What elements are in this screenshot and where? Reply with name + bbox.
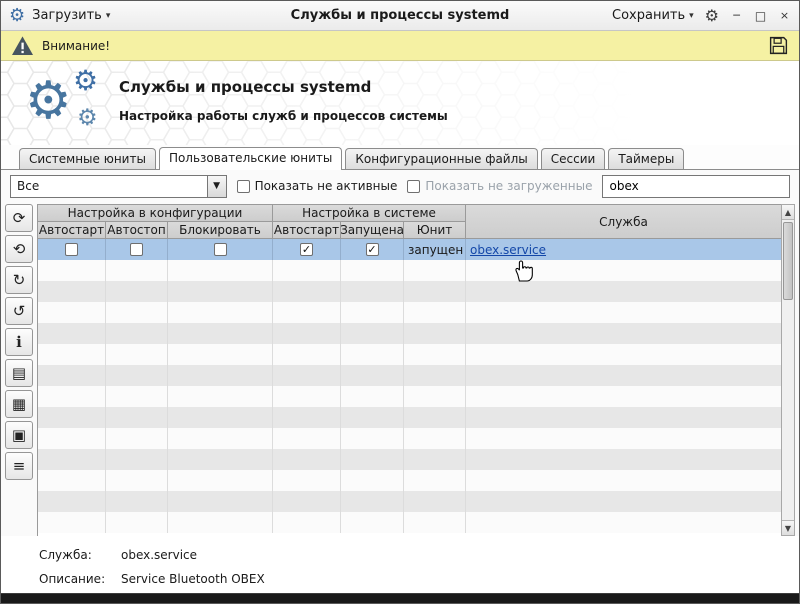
chevron-down-icon[interactable]: ▼ [207,176,226,197]
column-header-cfg-autostop: Автостоп [106,222,168,239]
scroll-down-button[interactable]: ▼ [782,520,794,535]
scrollbar-thumb[interactable] [783,222,793,300]
table-row-empty [38,281,781,302]
show-inactive-label: Показать не активные [255,179,398,193]
side-toolbar: ⟳ ⟲ ↻ ↺ ℹ ▤ ▦ ▣ ≡ [5,204,35,536]
column-header-sys-autostart: Автостарт [273,222,341,239]
load-menu-label: Загрузить [32,8,102,23]
filter-row: Все ▼ Показать не активные Показать не з… [1,170,799,202]
group-header-config: Настройка в конфигурации [38,205,273,222]
page-subtitle: Настройка работы служб и процессов систе… [119,109,448,123]
table-row-empty [38,344,781,365]
minimize-button[interactable]: ─ [730,10,743,21]
vertical-scrollbar[interactable]: ▲ ▼ [781,204,795,536]
start-unit-button[interactable]: ↻ [5,266,33,294]
unit-file-button[interactable]: ▤ [5,359,33,387]
unit-filter-select[interactable]: Все ▼ [10,175,227,198]
table-row[interactable]: запущен obex.service [38,239,781,260]
unit-filter-value: Все [11,176,207,197]
maximize-button[interactable]: □ [754,10,767,22]
units-table: Настройка в конфигурации Настройка в сис… [37,204,795,536]
column-header-cfg-block: Блокировать [168,222,273,239]
group-header-system: Настройка в системе [273,205,466,222]
chevron-down-icon: ▾ [106,11,111,21]
cfg-block-checkbox[interactable] [214,243,227,256]
tab-timers[interactable]: Таймеры [608,148,684,169]
close-button[interactable]: × [778,10,791,21]
table-row-empty [38,365,781,386]
cfg-autostart-checkbox[interactable] [65,243,78,256]
table-header: Настройка в конфигурации Настройка в сис… [38,204,781,239]
table-row-empty [38,323,781,344]
chevron-down-icon: ▾ [689,11,694,21]
settings-gear-button[interactable]: ⚙ [705,8,719,24]
tab-user-units[interactable]: Пользовательские юниты [159,147,342,170]
column-header-cfg-autostart: Автостарт [38,222,106,239]
table-row-empty [38,407,781,428]
main-area: ⟳ ⟲ ↻ ↺ ℹ ▤ ▦ ▣ ≡ Настройка в конфигурац… [1,202,799,536]
page-title: Службы и процессы systemd [119,78,448,96]
table-row-empty [38,512,781,533]
load-menu-button[interactable]: Загрузить ▾ [32,8,110,23]
unit-state-cell: запущен [404,239,466,260]
tab-bar: Системные юниты Пользовательские юниты К… [1,145,799,170]
table-row-empty [38,428,781,449]
log-button[interactable]: ▣ [5,421,33,449]
warning-icon [11,35,34,56]
show-unloaded-label: Показать не загруженные [425,179,592,193]
search-input[interactable] [602,175,790,198]
page-header: ⚙ ⚙ ⚙ Службы и процессы systemd Настройк… [1,61,799,145]
table-row-empty [38,386,781,407]
journal-button[interactable]: ▦ [5,390,33,418]
tab-sessions[interactable]: Сессии [541,148,606,169]
scrollbar-track[interactable] [782,220,794,520]
unit-info-button[interactable]: ℹ [5,328,33,356]
table-row-empty [38,470,781,491]
table-row-empty [38,491,781,512]
tab-system-units[interactable]: Системные юниты [19,148,156,169]
table-row-empty [38,302,781,323]
show-inactive-checkbox[interactable]: Показать не активные [237,179,398,193]
gears-icon: ⚙ ⚙ ⚙ [25,65,121,141]
window-title: Службы и процессы systemd [291,8,510,23]
description-label: Описание: [39,572,121,586]
save-menu-label: Сохранить [612,8,685,23]
table-row-empty [38,260,781,281]
table-row-empty [38,449,781,470]
sys-running-checkbox[interactable] [366,243,379,256]
reload-daemon-button[interactable]: ⟲ [5,235,33,263]
stop-unit-button[interactable]: ↺ [5,297,33,325]
sys-autostart-checkbox[interactable] [300,243,313,256]
service-label: Служба: [39,548,121,562]
tab-config-files[interactable]: Конфигурационные файлы [345,148,537,169]
cursor-icon [514,259,534,283]
checkbox-icon[interactable] [407,180,420,193]
details-panel: Служба: obex.service Описание: Service B… [1,536,799,586]
show-unloaded-checkbox[interactable]: Показать не загруженные [407,179,592,193]
titlebar: ⚙ Загрузить ▾ Службы и процессы systemd … [1,1,799,31]
unit-list-button[interactable]: ≡ [5,452,33,480]
service-value: obex.service [121,548,197,562]
save-file-icon[interactable] [768,35,789,56]
column-header-service: Служба [466,205,781,239]
column-header-sys-running: Запущена [341,222,404,239]
service-link[interactable]: obex.service [470,243,546,257]
scroll-up-button[interactable]: ▲ [782,205,794,220]
warning-label: Внимание! [42,39,110,53]
warning-bar: Внимание! [1,31,799,61]
refresh-button[interactable]: ⟳ [5,204,33,232]
column-header-unit: Юнит [404,222,466,239]
checkbox-icon[interactable] [237,180,250,193]
cfg-autostop-checkbox[interactable] [130,243,143,256]
window-bottom-edge [1,593,799,603]
save-menu-button[interactable]: Сохранить ▾ [612,8,694,23]
app-icon: ⚙ [9,7,25,25]
description-value: Service Bluetooth OBEX [121,572,265,586]
app-window: ⚙ Загрузить ▾ Службы и процессы systemd … [0,0,800,604]
